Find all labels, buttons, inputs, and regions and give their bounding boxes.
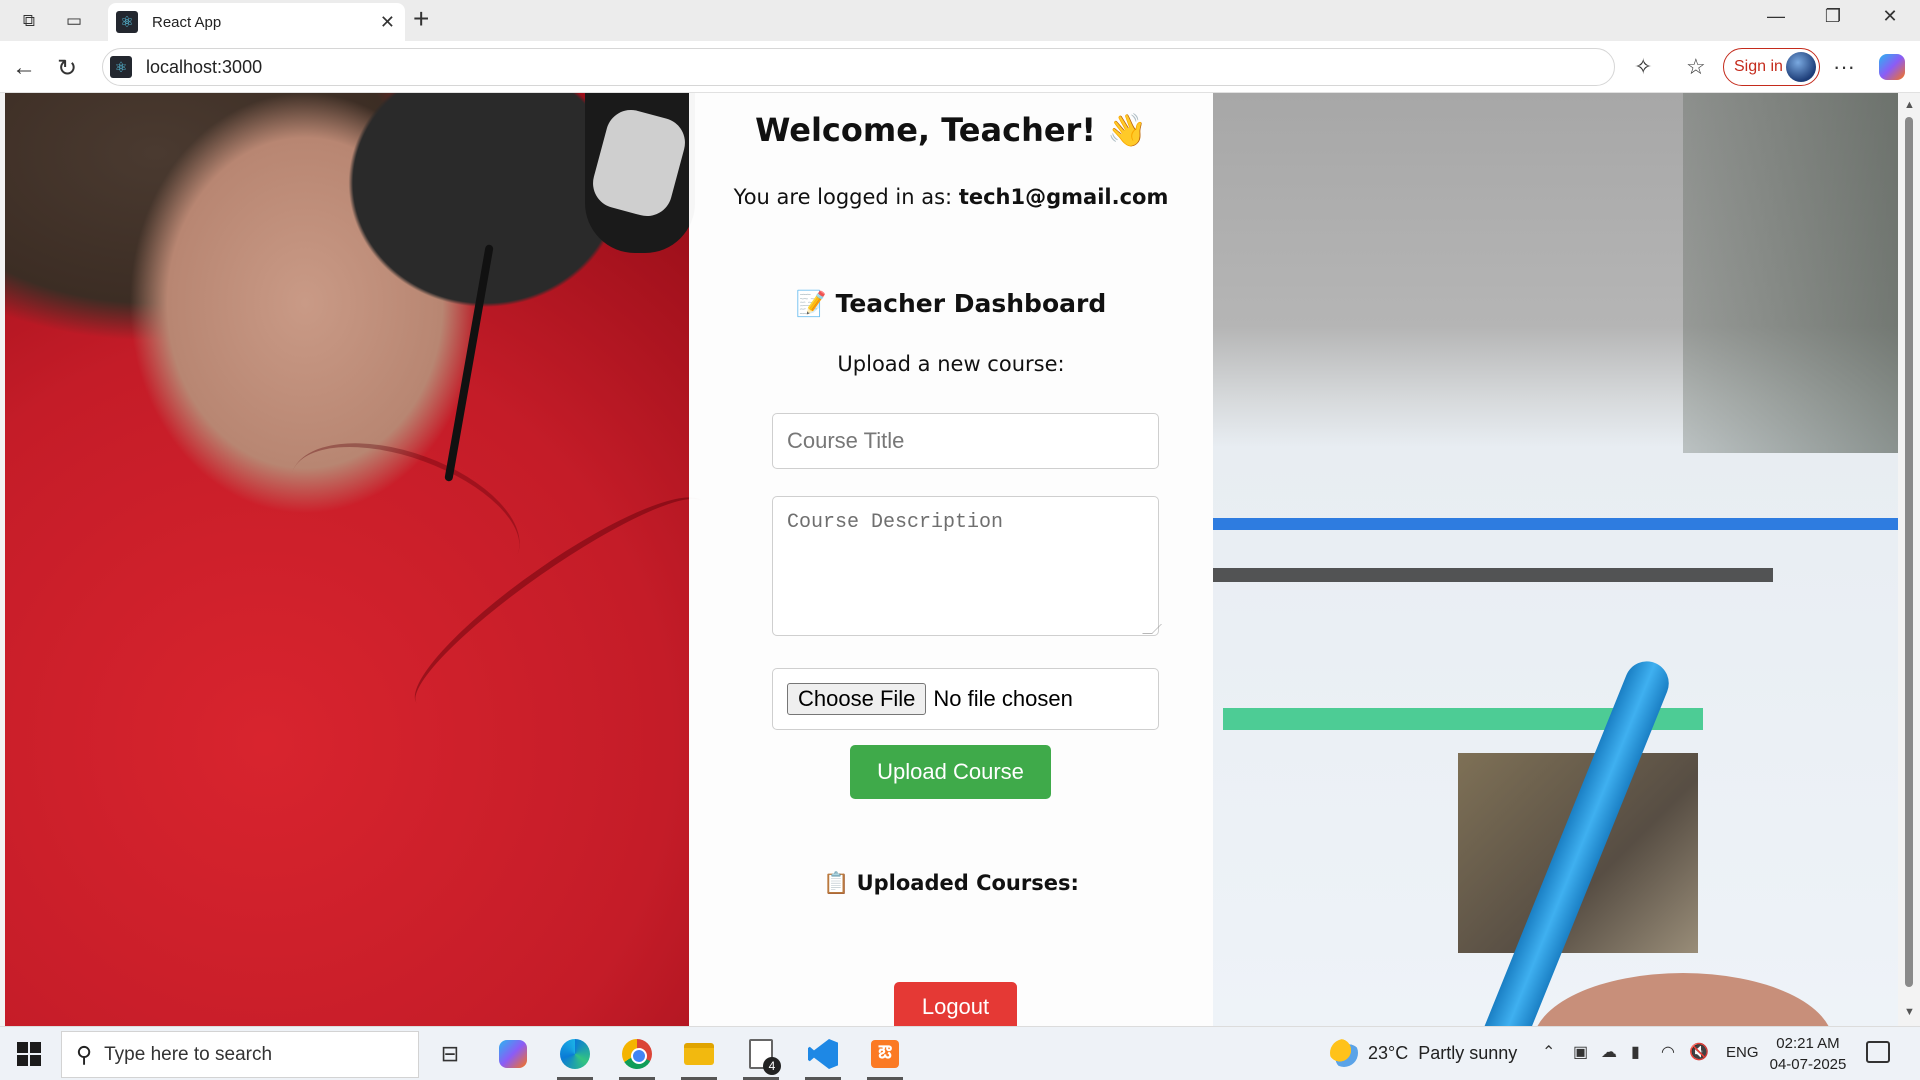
onedrive-icon[interactable]: ☁	[1601, 1042, 1617, 1062]
refresh-icon[interactable]: ↻	[57, 54, 77, 83]
address-bar[interactable]: ⚛ localhost:3000	[102, 48, 1615, 86]
copilot-icon[interactable]	[1879, 54, 1905, 80]
browser-tab-bar: ⧉ ▭ ⚛ React App ✕ + — ❐ ✕	[0, 0, 1920, 41]
restore-button[interactable]: ❐	[1813, 6, 1853, 27]
background-photo-left	[5, 93, 727, 1026]
back-arrow-icon[interactable]: ←	[12, 54, 36, 82]
battery-icon[interactable]: ▮	[1631, 1042, 1640, 1062]
taskbar-xampp-icon[interactable]: ఔ	[865, 1036, 905, 1080]
user-email: tech1@gmail.com	[958, 185, 1169, 209]
search-icon: ⚲	[76, 1041, 93, 1067]
new-tab-button[interactable]: +	[413, 3, 429, 35]
windows-taskbar: ⚲ Type here to search ⊟ 4 ఔ 23°C Partly …	[0, 1026, 1920, 1080]
scroll-up-icon[interactable]: ▲	[1904, 99, 1915, 111]
input-language[interactable]: ENG	[1726, 1044, 1759, 1061]
react-favicon-icon: ⚛	[116, 11, 138, 33]
weather-condition: Partly sunny	[1418, 1042, 1518, 1063]
upload-course-button[interactable]: Upload Course	[850, 745, 1051, 799]
course-file-input[interactable]: Choose File No file chosen	[772, 668, 1159, 730]
weather-temperature: 23°C	[1368, 1042, 1409, 1063]
choose-file-button[interactable]: Choose File	[787, 683, 927, 715]
tab-title: React App	[152, 13, 222, 31]
address-url: localhost:3000	[146, 56, 263, 77]
file-status-text: No file chosen	[933, 686, 1073, 711]
more-menu-icon[interactable]: ···	[1833, 54, 1855, 80]
taskbar-search-box[interactable]: ⚲ Type here to search	[61, 1031, 419, 1078]
favorites-star-icon[interactable]: ☆	[1686, 54, 1706, 80]
scroll-down-icon[interactable]: ▼	[1904, 1006, 1915, 1018]
wifi-icon[interactable]: ◠	[1661, 1042, 1675, 1062]
weather-widget[interactable]: 23°C Partly sunny	[1330, 1039, 1517, 1067]
clock-date: 04-07-2025	[1769, 1056, 1847, 1073]
browser-toolbar: ← ↻ ⚛ localhost:3000 ✧ ☆ Sign in ···	[0, 41, 1920, 93]
taskbar-vscode-icon[interactable]	[803, 1036, 843, 1080]
sign-in-label: Sign in	[1734, 58, 1783, 75]
show-hidden-icons-chevron-icon[interactable]: ⌃	[1542, 1042, 1555, 1062]
tab-close-icon[interactable]: ✕	[380, 12, 395, 33]
taskbar-chrome-icon[interactable]	[617, 1036, 657, 1080]
logged-in-prefix: You are logged in as:	[733, 185, 959, 209]
taskbar-file-explorer-icon[interactable]	[679, 1036, 719, 1080]
minimize-button[interactable]: —	[1756, 6, 1796, 27]
workspaces-icon[interactable]: ⧉	[16, 8, 42, 34]
logout-button[interactable]: Logout	[894, 982, 1017, 1026]
browser-tab[interactable]: ⚛ React App ✕	[108, 3, 405, 41]
meet-icon[interactable]: ▣	[1573, 1042, 1588, 1062]
task-view-icon[interactable]: ⊟	[430, 1036, 470, 1072]
sign-in-button[interactable]: Sign in	[1723, 48, 1820, 86]
windows-start-icon[interactable]	[17, 1042, 41, 1066]
course-description-input[interactable]	[772, 496, 1159, 636]
uploaded-courses-heading: 📋 Uploaded Courses:	[823, 871, 1079, 895]
close-window-button[interactable]: ✕	[1870, 6, 1910, 27]
teacher-dashboard-title: 📝 Teacher Dashboard	[795, 289, 1107, 318]
scrollbar-thumb[interactable]	[1905, 117, 1913, 987]
page-viewport: Welcome, Teacher! 👋 You are logged in as…	[5, 93, 1898, 1026]
system-clock[interactable]: 02:21 AM 04-07-2025	[1768, 1033, 1848, 1075]
upload-course-label: Upload a new course:	[837, 352, 1065, 376]
clock-time: 02:21 AM	[1776, 1035, 1840, 1052]
page-scrollbar[interactable]: ▲ ▼	[1898, 93, 1920, 1026]
extensions-icon[interactable]: ✧	[1634, 54, 1652, 80]
notifications-icon[interactable]	[1866, 1041, 1890, 1063]
taskbar-notes-icon[interactable]: 4	[741, 1036, 781, 1080]
search-placeholder: Type here to search	[104, 1043, 273, 1065]
vertical-tabs-icon[interactable]: ▭	[61, 8, 87, 34]
welcome-heading: Welcome, Teacher! 👋	[755, 111, 1147, 149]
partly-sunny-icon	[1330, 1039, 1358, 1067]
taskbar-copilot-icon[interactable]	[493, 1036, 533, 1072]
profile-avatar	[1786, 52, 1816, 82]
background-photo-right	[1213, 93, 1898, 1026]
course-title-input[interactable]	[772, 413, 1159, 469]
logged-in-text: You are logged in as: tech1@gmail.com	[689, 185, 1213, 209]
volume-muted-icon[interactable]: 🔇	[1689, 1042, 1709, 1062]
taskbar-edge-icon[interactable]	[555, 1036, 595, 1080]
notes-count-badge: 4	[763, 1057, 781, 1075]
site-favicon-icon: ⚛	[110, 56, 132, 78]
dashboard-panel: Welcome, Teacher! 👋 You are logged in as…	[689, 93, 1213, 1026]
